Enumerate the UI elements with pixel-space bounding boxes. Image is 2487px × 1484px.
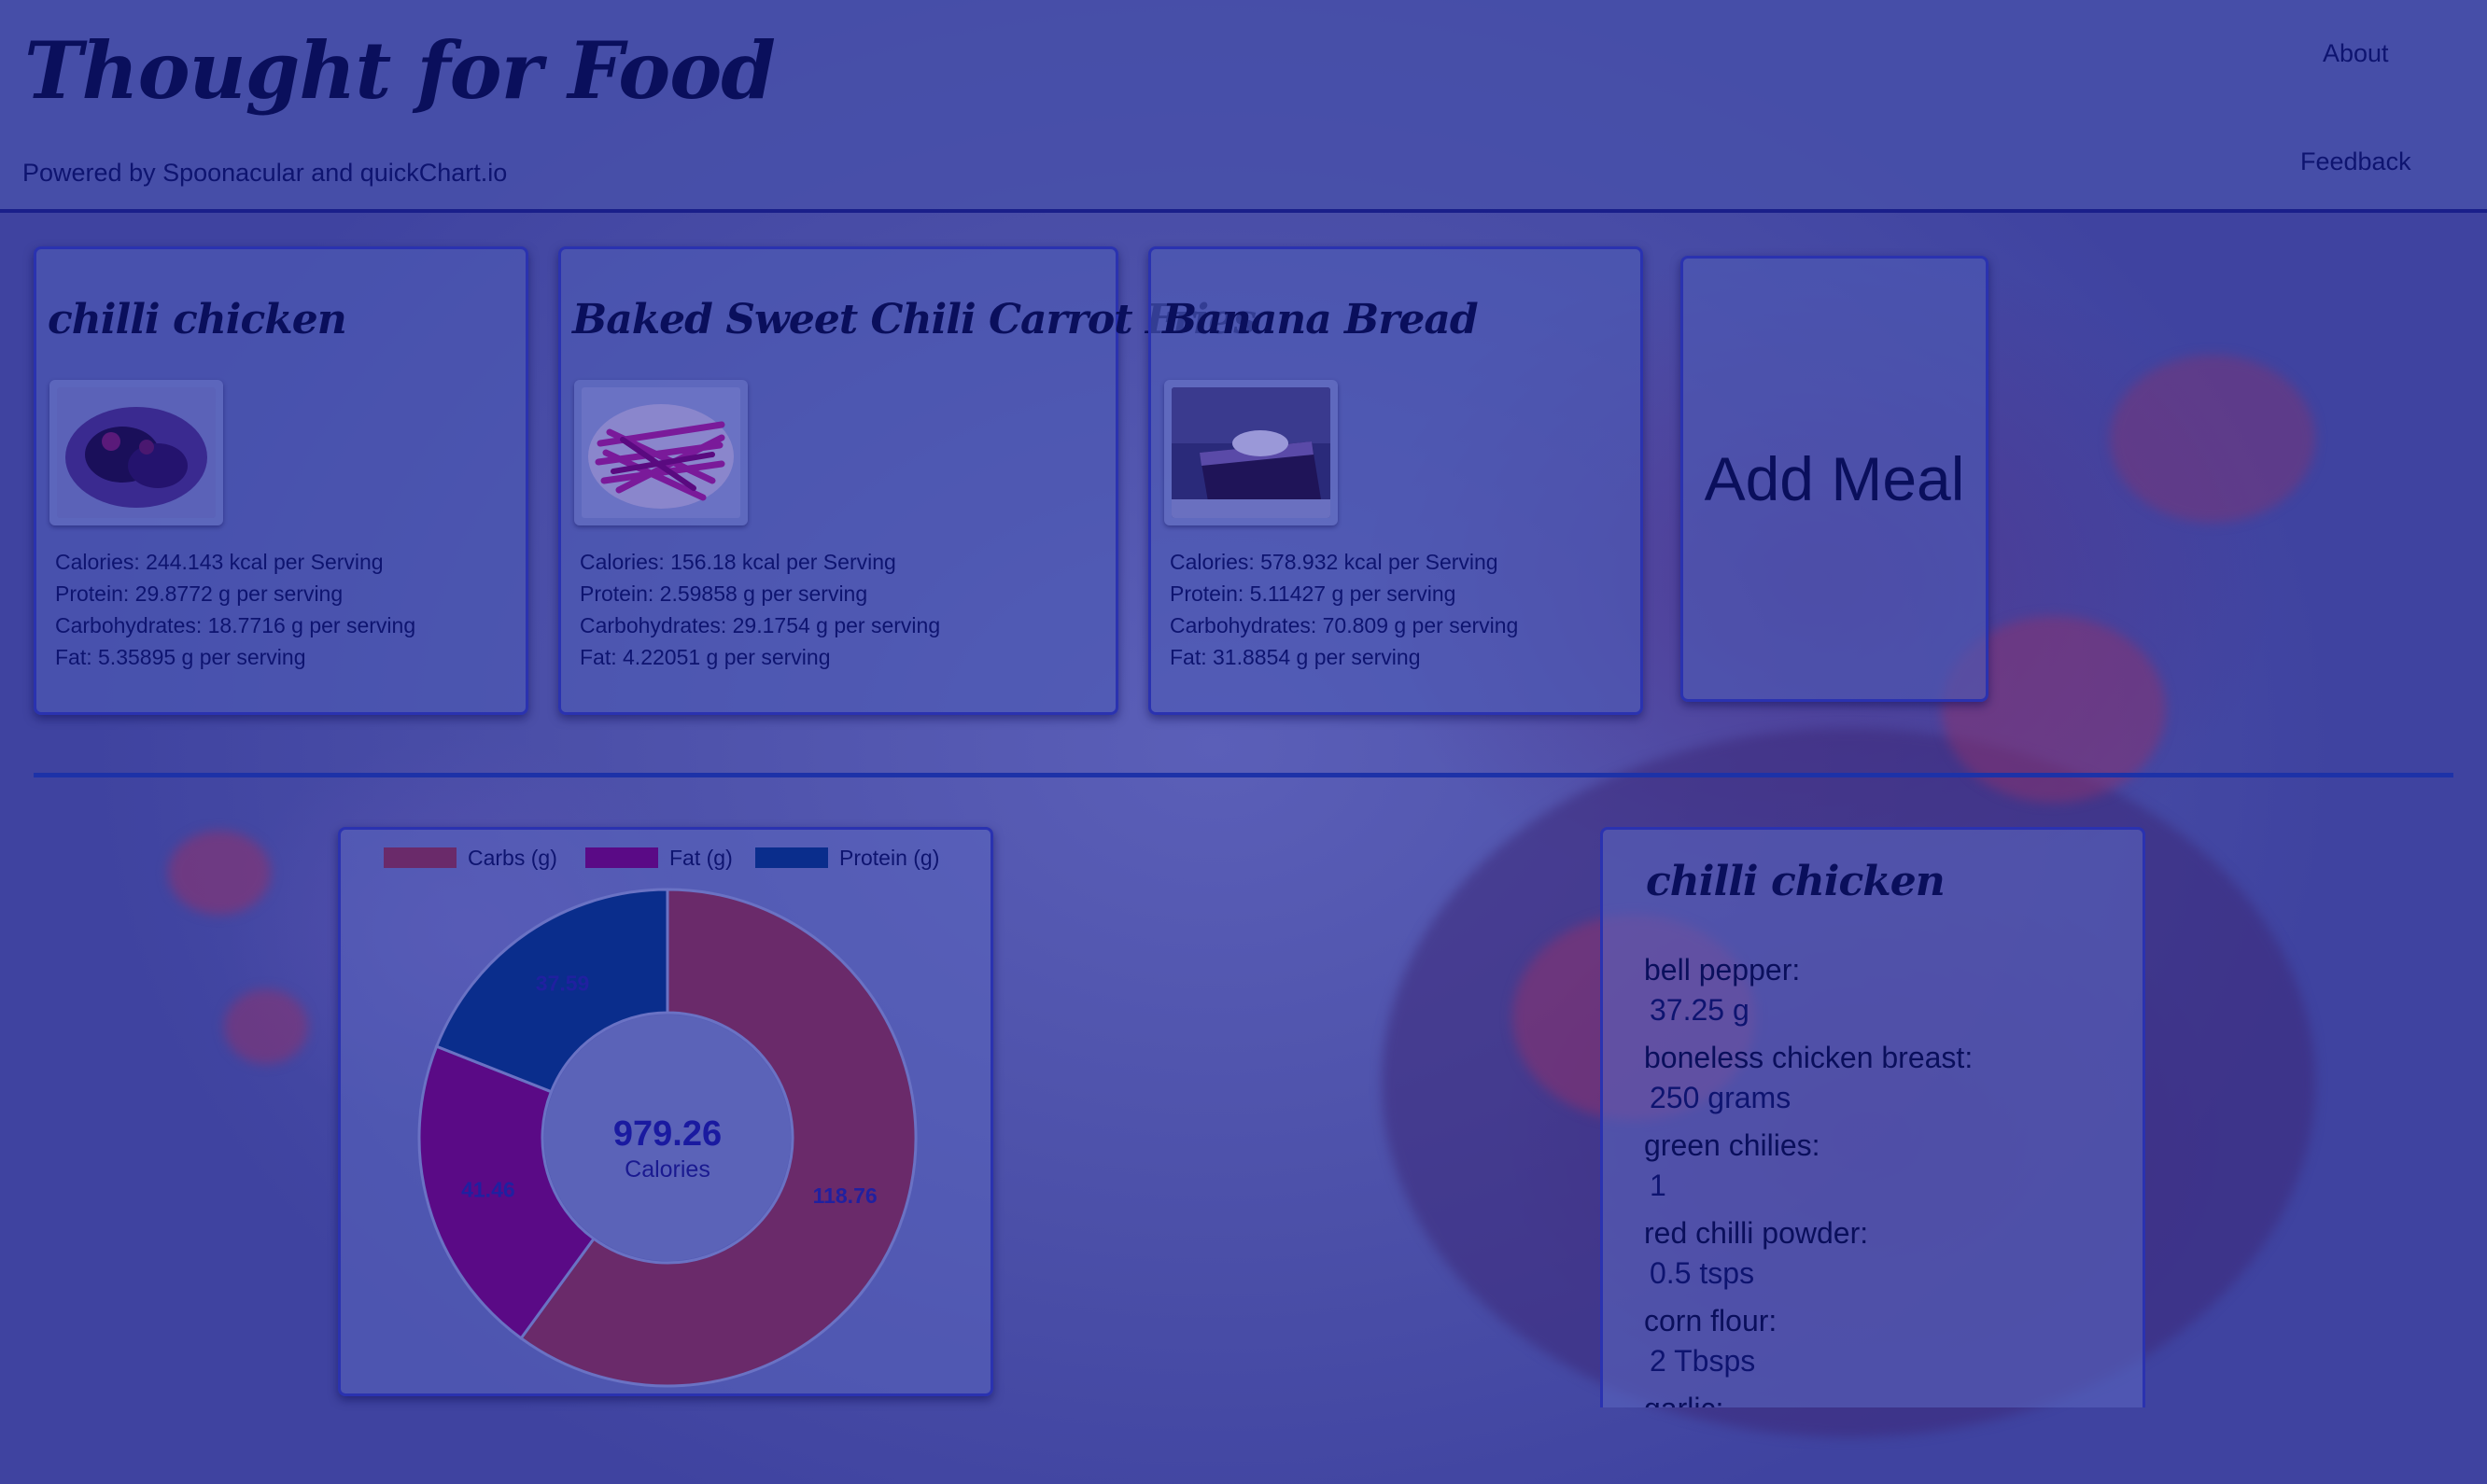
background-tomato-shape: [224, 989, 308, 1064]
meal-title: chilli chicken: [48, 296, 347, 343]
ingredient-amount: 1: [1650, 1169, 1666, 1202]
meal-calories: Calories: 244.143 kcal per Serving: [55, 550, 384, 574]
powered-by-text: Powered by Spoonacular and quickChart.io: [22, 159, 508, 187]
meal-title: Banana Bread: [1162, 296, 1479, 343]
meal-thumbnail[interactable]: [1164, 380, 1338, 525]
site-header: Thought for Food Powered by Spoonacular …: [0, 0, 2487, 213]
ingredient-name: corn flour:: [1644, 1304, 1777, 1337]
meal-thumbnail[interactable]: [574, 380, 748, 525]
legend-label[interactable]: Carbs (g): [468, 846, 557, 870]
meal-nutrition: Calories: 156.18 kcal per Serving Protei…: [580, 546, 940, 673]
meal-carbs: Carbohydrates: 29.1754 g per serving: [580, 613, 941, 637]
meal-protein: Protein: 5.11427 g per serving: [1170, 581, 1456, 606]
meal-photo: [57, 387, 216, 518]
ingredients-list: bell pepper: 37.25 g boneless chicken brea…: [1644, 949, 1973, 1407]
ingredients-panel: chilli chicken bell pepper: 37.25 g bonele…: [1600, 827, 2145, 1407]
legend-swatch[interactable]: [384, 847, 457, 868]
ingredient-amount: 2 Tbsps: [1650, 1344, 1756, 1378]
section-divider: [34, 773, 2453, 777]
add-meal-button[interactable]: Add Meal: [1680, 256, 1988, 702]
meal-photo: [1172, 387, 1330, 518]
macro-chart-panel: Carbs (g) Fat (g) Protein (g) 118.76 41.46 37…: [338, 827, 993, 1396]
meal-protein: Protein: 29.8772 g per serving: [55, 581, 344, 606]
meal-fat: Fat: 4.22051 g per serving: [580, 645, 831, 669]
slice-value-label: 41.46: [461, 1178, 515, 1202]
ingredient-item: boneless chicken breast: 250 grams: [1644, 1037, 1973, 1117]
meal-thumbnail[interactable]: [49, 380, 223, 525]
legend-swatch[interactable]: [755, 847, 828, 868]
legend-swatch[interactable]: [585, 847, 658, 868]
background-tomato-shape: [168, 831, 271, 915]
macro-doughnut-chart: Carbs (g) Fat (g) Protein (g) 118.76 41.46 37…: [384, 846, 939, 1388]
ingredient-amount: 37.25 g: [1650, 993, 1749, 1027]
ingredient-name: red chilli powder:: [1644, 1216, 1869, 1250]
meal-carbs: Carbohydrates: 70.809 g per serving: [1170, 613, 1519, 637]
ingredient-amount: 250 grams: [1650, 1081, 1791, 1114]
legend-label[interactable]: Protein (g): [839, 846, 939, 870]
meal-calories: Calories: 156.18 kcal per Serving: [580, 550, 896, 574]
slice-value-label: 37.59: [536, 972, 590, 996]
ingredient-name: boneless chicken breast:: [1644, 1041, 1974, 1074]
site-title[interactable]: Thought for Food: [24, 24, 776, 117]
meal-nutrition: Calories: 244.143 kcal per Serving Prote…: [55, 546, 415, 673]
meal-card[interactable]: Banana Bread Calories: 578.932 kcal per …: [1148, 246, 1643, 715]
meal-card[interactable]: Baked Sweet Chili Carrot Fries Calories:…: [558, 246, 1257, 715]
meal-carbs: Carbohydrates: 18.7716 g per serving: [55, 613, 416, 637]
meal-photo: [582, 387, 740, 518]
ingredient-item: bell pepper: 37.25 g: [1644, 949, 1973, 1029]
chart-center-value: 979.26: [613, 1114, 722, 1154]
ingredient-item: corn flour: 2 Tbsps: [1644, 1300, 1973, 1380]
ingredient-item: garlic:: [1644, 1388, 1973, 1407]
background-tomato-shape: [2110, 355, 2315, 523]
ingredient-item: green chilies: 1: [1644, 1125, 1973, 1205]
meal-fat: Fat: 5.35895 g per serving: [55, 645, 306, 669]
legend-label[interactable]: Fat (g): [669, 846, 733, 870]
slice-value-label: 118.76: [813, 1183, 878, 1208]
ingredient-amount: 0.5 tsps: [1650, 1256, 1755, 1290]
ingredient-item: red chilli powder: 0.5 tsps: [1644, 1212, 1973, 1293]
nav-feedback-link[interactable]: Feedback: [2300, 147, 2411, 176]
ingredient-name: garlic:: [1644, 1388, 1973, 1407]
meal-calories: Calories: 578.932 kcal per Serving: [1170, 550, 1498, 574]
meal-card[interactable]: chilli chicken Calories: 244.143 kcal pe…: [34, 246, 528, 715]
meal-fat: Fat: 31.8854 g per serving: [1170, 645, 1421, 669]
meal-protein: Protein: 2.59858 g per serving: [580, 581, 868, 606]
ingredient-name: green chilies:: [1644, 1128, 1820, 1162]
meal-nutrition: Calories: 578.932 kcal per Serving Prote…: [1170, 546, 1518, 673]
nav-about-link[interactable]: About: [2323, 39, 2389, 68]
chart-center-label: Calories: [625, 1156, 710, 1183]
ingredient-name: bell pepper:: [1644, 953, 1801, 987]
ingredients-title: chilli chicken: [1646, 858, 1946, 905]
